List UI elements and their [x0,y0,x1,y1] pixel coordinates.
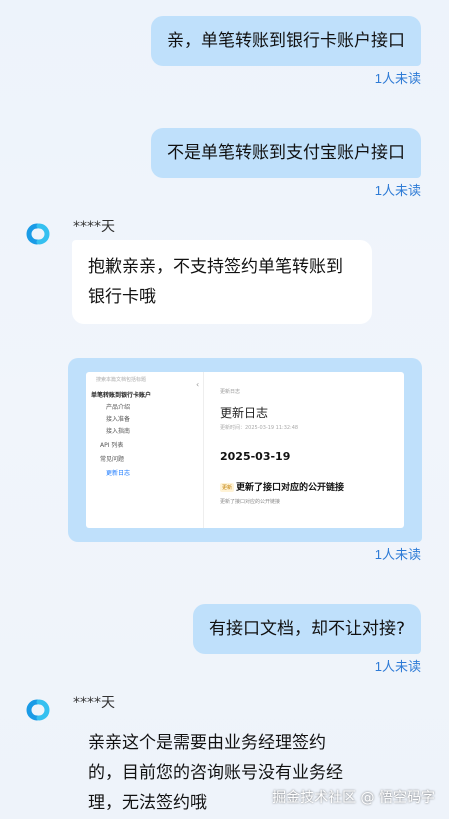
incoming-message-1[interactable]: 抱歉亲亲，不支持签约单笔转账到 银行卡哦 [72,240,372,324]
nav-item: 接入准备 [106,416,131,423]
message-line: 亲亲这个是需要由业务经理签约 [88,733,326,753]
outgoing-message-2[interactable]: 不是单笔转账到支付宝账户接口 [151,128,421,178]
collapse-icon: ‹ [196,380,200,389]
doc-search-input: 搜索本篇文档包括标题 [96,377,147,383]
doc-content: 更新日志 更新日志 更新时间：2025-03-19 11:32:48 2025-… [210,372,400,528]
nav-item: 单笔转账到银行卡账户 [91,392,152,399]
update-badge: 更新 [220,483,235,492]
doc-date: 2025-03-19 [220,450,291,463]
message-text: 不是单笔转账到支付宝账户接口 [167,143,405,163]
message-text: 有接口文档，却不让对接? [208,619,405,639]
read-status: 1人未读 [374,659,421,674]
message-text: 亲，单笔转账到银行卡账户接口 [167,31,405,51]
doc-sidebar: 搜索本篇文档包括标题 单笔转账到银行卡账户 产品介绍 接入准备 接入指南 API… [86,372,204,528]
agent-avatar-icon[interactable] [20,216,56,252]
message-line: 银行卡哦 [88,287,156,307]
outgoing-message-3[interactable]: 有接口文档，却不让对接? [192,604,421,654]
sender-name: ****天 [73,695,115,711]
read-status: 1人未读 [374,71,421,86]
entry-title: 更新了接口对应的公开链接 [236,483,345,493]
nav-item: API 列表 [100,442,124,449]
doc-breadcrumb: 更新日志 [220,389,241,395]
sender-name: ****天 [73,219,115,235]
nav-item: 产品介绍 [106,404,131,411]
outgoing-message-1[interactable]: 亲，单笔转账到银行卡账户接口 [151,16,421,66]
message-line: 的，目前您的咨询账号没有业务经 [88,763,343,783]
nav-item: 更新日志 [106,470,131,477]
doc-meta: 更新时间：2025-03-19 11:32:48 [220,425,299,431]
message-line: 抱歉亲亲，不支持签约单笔转账到 [88,257,343,277]
outgoing-image-message[interactable]: 搜索本篇文档包括标题 单笔转账到银行卡账户 产品介绍 接入准备 接入指南 API… [68,358,422,542]
entry-desc: 更新了接口对应的公开链接 [220,499,281,505]
read-status: 1人未读 [374,183,421,198]
doc-title: 更新日志 [220,406,269,420]
nav-item: 接入指南 [106,428,131,435]
watermark: 掘金技术社区 @ 悟空码字 [272,790,435,806]
agent-avatar-icon[interactable] [20,692,56,728]
image-thumbnail[interactable]: 搜索本篇文档包括标题 单笔转账到银行卡账户 产品介绍 接入准备 接入指南 API… [86,372,404,528]
nav-item: 常见问题 [100,456,125,463]
read-status: 1人未读 [374,547,421,562]
